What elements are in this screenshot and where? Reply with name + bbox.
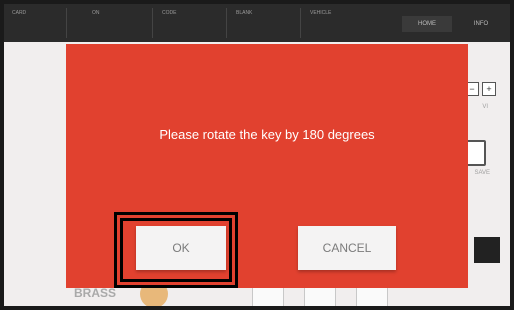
divider [152,8,153,38]
device-screen: CARD ON CODE BLANK VEHICLE HOME INFO − +… [4,4,510,306]
black-square-button[interactable] [474,237,500,263]
topbar-blank: BLANK [236,10,253,16]
topbar-code: CODE [162,10,177,16]
cancel-button[interactable]: CANCEL [298,226,396,270]
topbar-vehicle: VEHICLE [310,10,332,16]
top-bar: CARD ON CODE BLANK VEHICLE HOME INFO [4,4,510,42]
zoom-controls: − + [465,82,496,96]
topbar-card: CARD [12,10,27,16]
material-label: BRASS [74,286,117,300]
dialog-message: Please rotate the key by 180 degrees [159,127,375,142]
zoom-label: VI [482,104,488,110]
ok-highlight-frame-inner [120,218,232,282]
save-label: SAVE [474,170,490,176]
divider [300,8,301,38]
divider [66,8,67,38]
topbar-on: ON [92,10,100,16]
info-button[interactable]: INFO [460,16,502,32]
zoom-plus-button[interactable]: + [482,82,496,96]
home-button[interactable]: HOME [402,16,452,32]
divider [226,8,227,38]
